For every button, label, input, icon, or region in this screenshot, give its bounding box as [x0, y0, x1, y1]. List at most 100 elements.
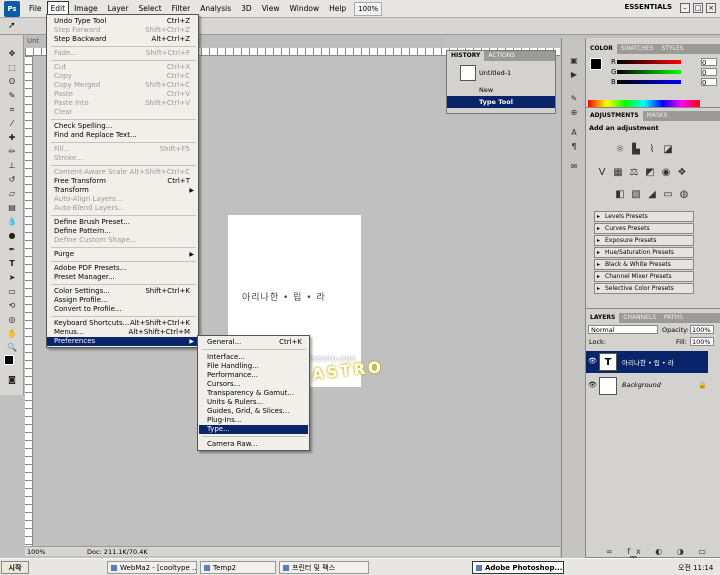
status-zoom[interactable]: 100% — [27, 547, 46, 557]
3d-rotate-tool-icon[interactable]: ⟲ — [5, 301, 19, 311]
channel-mixer-icon[interactable]: ❖ — [676, 167, 688, 179]
preset-black-white[interactable]: Black & White Presets — [594, 259, 694, 270]
healing-tool-icon[interactable]: ✚ — [5, 133, 19, 143]
foreground-color-chip[interactable] — [590, 58, 602, 70]
opacity-input[interactable]: 100% — [690, 325, 714, 334]
marquee-tool-icon[interactable]: ⬚ — [5, 63, 19, 73]
edit-menu-item-preferences[interactable]: Preferences ▶ — [47, 337, 198, 346]
edit-menu-item-free-transform[interactable]: Free Transform Ctrl+T — [54, 177, 198, 186]
tab-swatches[interactable]: SWATCHES — [617, 44, 658, 54]
eyedropper-tool-icon[interactable]: ⁄ — [5, 119, 19, 129]
history-state-type-tool[interactable]: Type Tool — [447, 96, 555, 108]
brightness-icon[interactable]: ☼ — [614, 144, 626, 156]
blue-value[interactable]: 0 — [701, 78, 717, 87]
brush-tool-icon[interactable]: ✏ — [5, 147, 19, 157]
tab-channels[interactable]: CHANNELS — [619, 313, 660, 323]
edit-menu-item-convert-to-profile[interactable]: Convert to Profile... — [54, 305, 198, 314]
prefs-item-file-handling[interactable]: File Handling... — [207, 362, 310, 371]
3d-orbit-tool-icon[interactable]: ◎ — [5, 315, 19, 325]
vibrance-icon[interactable]: V — [596, 167, 608, 179]
pen-tool-icon[interactable]: ✒ — [5, 245, 19, 255]
taskbar-temp2[interactable]: Temp2 — [200, 561, 276, 574]
color-ramp[interactable] — [588, 100, 700, 107]
blend-mode-select[interactable]: Normal — [588, 325, 658, 334]
gradient-tool-icon[interactable]: ▤ — [5, 203, 19, 213]
character-panel-icon[interactable]: A — [569, 128, 579, 137]
color-balance-icon[interactable]: ⚖ — [628, 167, 640, 179]
menu-3d[interactable]: 3D — [236, 0, 257, 18]
prefs-item-general[interactable]: General... Ctrl+K — [207, 338, 310, 347]
edit-menu-item-menus[interactable]: Menus... Alt+Shift+Ctrl+M — [54, 328, 198, 337]
dodge-tool-icon[interactable]: ● — [5, 231, 19, 241]
green-value[interactable]: 0 — [701, 68, 717, 77]
tab-history[interactable]: HISTORY — [447, 51, 485, 61]
history-snapshot-label[interactable]: Untitled-1 — [479, 69, 511, 77]
brush-panel-icon[interactable]: ✎ — [569, 94, 579, 103]
move-tool-icon[interactable]: ➚ — [8, 21, 16, 31]
menu-window[interactable]: Window — [285, 0, 325, 18]
zoom-level[interactable]: 100% — [354, 1, 383, 16]
menu-file[interactable]: File — [24, 0, 47, 18]
taskbar-photoshop[interactable]: Adobe Photoshop... — [472, 561, 564, 574]
menu-analysis[interactable]: Analysis — [195, 0, 236, 18]
menu-view[interactable]: View — [257, 0, 285, 18]
quick-mask-icon[interactable]: ◙ — [5, 375, 19, 385]
edit-menu-item-color-settings[interactable]: Color Settings... Shift+Ctrl+K — [54, 287, 198, 296]
prefs-item-transparency-gamut[interactable]: Transparency & Gamut... — [207, 389, 310, 398]
edit-menu-item-assign-profile[interactable]: Assign Profile... — [54, 296, 198, 305]
preset-channel-mixer[interactable]: Channel Mixer Presets — [594, 271, 694, 282]
preset-hue-saturation[interactable]: Hue/Saturation Presets — [594, 247, 694, 258]
history-brush-tool-icon[interactable]: ↺ — [5, 175, 19, 185]
edit-menu-item-define-brush-preset[interactable]: Define Brush Preset... — [54, 218, 198, 227]
preset-exposure[interactable]: Exposure Presets — [594, 235, 694, 246]
type-tool-icon[interactable]: T — [5, 259, 19, 269]
lasso-tool-icon[interactable]: ʘ — [5, 77, 19, 87]
workspace-switcher[interactable]: ESSENTIALS — [625, 3, 673, 11]
quick-select-tool-icon[interactable]: ✎ — [5, 91, 19, 101]
gradient-map-icon[interactable]: ▭ — [662, 189, 674, 201]
history-state-new[interactable]: New — [447, 84, 555, 96]
actions-panel-icon[interactable]: ▶ — [569, 70, 579, 79]
vertical-ruler[interactable] — [25, 56, 33, 546]
prefs-item-guides-grid-slices[interactable]: Guides, Grid, & Slices... — [207, 407, 310, 416]
visibility-eye-icon[interactable]: 👁 — [588, 381, 597, 389]
move-tool-icon[interactable]: ✥ — [5, 49, 19, 59]
tab-color[interactable]: COLOR — [586, 44, 617, 54]
maximize-icon[interactable]: □ — [693, 3, 703, 13]
close-icon[interactable]: × — [706, 3, 716, 13]
prefs-item-type[interactable]: Type... — [199, 425, 308, 434]
minimize-icon[interactable]: – — [680, 3, 690, 13]
red-slider[interactable] — [617, 60, 681, 64]
zoom-tool-icon[interactable]: 🔍 — [5, 343, 19, 353]
tab-actions[interactable]: ACTIONS — [484, 51, 519, 61]
preset-curves[interactable]: Curves Presets — [594, 223, 694, 234]
menu-help[interactable]: Help — [324, 0, 351, 18]
invert-icon[interactable]: ◧ — [614, 189, 626, 201]
levels-icon[interactable]: ▙ — [630, 144, 642, 156]
exposure-icon[interactable]: ◪ — [662, 144, 674, 156]
fill-input[interactable]: 100% — [690, 337, 714, 346]
photo-filter-icon[interactable]: ◉ — [660, 167, 672, 179]
tab-adjustments[interactable]: ADJUSTMENTS — [586, 111, 643, 121]
selective-color-icon[interactable]: ◍ — [678, 189, 690, 201]
prefs-item-performance[interactable]: Performance... — [207, 371, 310, 380]
taskbar-webma2[interactable]: WebMa2 - [cooltype ... — [107, 561, 197, 574]
prefs-item-cursors[interactable]: Cursors... — [207, 380, 310, 389]
visibility-eye-icon[interactable]: 👁 — [588, 357, 597, 365]
prefs-item-camera-raw[interactable]: Camera Raw... — [207, 440, 310, 449]
foreground-color-swatch[interactable] — [4, 355, 14, 365]
edit-menu-item-step-backward[interactable]: Step Backward Alt+Ctrl+Z — [54, 35, 198, 44]
preset-levels[interactable]: Levels Presets — [594, 211, 694, 222]
prefs-item-units-rulers[interactable]: Units & Rulers... — [207, 398, 310, 407]
blue-slider[interactable] — [617, 80, 681, 84]
taskbar-printers[interactable]: 프린터 및 팩스 — [279, 561, 369, 574]
notes-panel-icon[interactable]: ✉ — [569, 162, 579, 171]
path-select-tool-icon[interactable]: ➤ — [5, 273, 19, 283]
tab-paths[interactable]: PATHS — [660, 313, 687, 323]
crop-tool-icon[interactable]: ⌗ — [5, 105, 19, 115]
tab-styles[interactable]: STYLES — [658, 44, 688, 54]
edit-menu-item-adobe-pdf-presets[interactable]: Adobe PDF Presets... — [54, 264, 198, 273]
edit-menu-item-find-and-replace-text[interactable]: Find and Replace Text... — [54, 131, 198, 140]
clone-stamp-tool-icon[interactable]: ⊥ — [5, 161, 19, 171]
edit-menu-item-undo-type-tool[interactable]: Undo Type Tool Ctrl+Z — [54, 17, 198, 26]
